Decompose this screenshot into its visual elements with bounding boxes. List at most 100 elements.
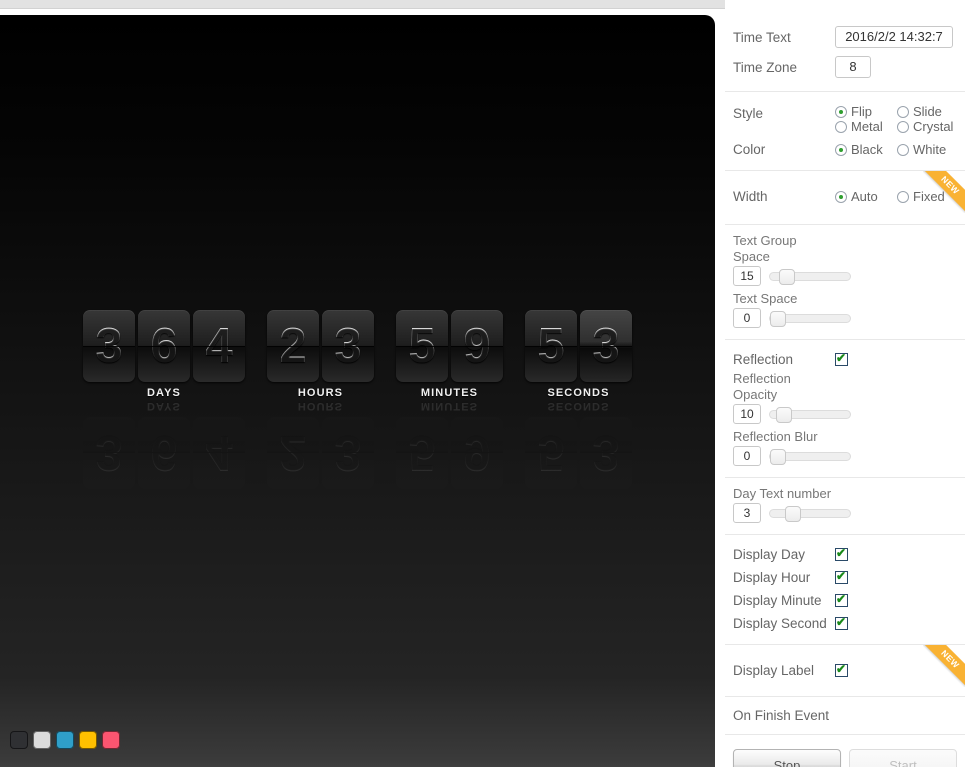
radio-style-slide[interactable]: Slide bbox=[897, 104, 959, 119]
row-display-day: Display Day bbox=[725, 543, 965, 566]
row-display-second: Display Second bbox=[725, 612, 965, 635]
label-text-space: Text Space bbox=[733, 291, 798, 306]
day-text-number-value[interactable]: 3 bbox=[733, 503, 761, 523]
slider-handle[interactable] bbox=[770, 448, 786, 465]
reflection-digit-value: 5 bbox=[525, 417, 577, 489]
row-reflection-blur: 0 bbox=[725, 445, 965, 468]
digits-minutes: 5 9 bbox=[396, 310, 503, 382]
radio-style-crystal[interactable]: Crystal bbox=[897, 119, 959, 134]
display-label-checkbox[interactable] bbox=[835, 662, 848, 677]
stop-button[interactable]: Stop bbox=[733, 749, 841, 767]
reflection-digit-value: 2 bbox=[267, 417, 319, 489]
radio-width-fixed[interactable]: Fixed bbox=[897, 189, 959, 204]
section-time: Time Text 2016/2/2 14:32:7 Time Zone 8 bbox=[725, 0, 965, 91]
start-button[interactable]: Start bbox=[849, 749, 957, 767]
radio-label: Fixed bbox=[913, 189, 945, 204]
text-space-value[interactable]: 0 bbox=[733, 308, 761, 328]
section-width: NEW Width Auto Fixed bbox=[725, 170, 965, 224]
label-display-minute: Display Minute bbox=[733, 593, 822, 608]
style-radio-line-2: Metal Crystal bbox=[835, 119, 959, 134]
radio-color-white[interactable]: White bbox=[897, 142, 959, 157]
label-style: Style bbox=[733, 106, 764, 121]
reflection-digit: 6 bbox=[138, 417, 190, 489]
radio-dot-icon bbox=[835, 105, 847, 118]
color-swatch-pink[interactable] bbox=[102, 731, 120, 749]
digit-minute-1: 5 bbox=[396, 310, 448, 382]
display-day-checkbox[interactable] bbox=[835, 546, 848, 561]
reflection-label-hours: HOURS bbox=[297, 400, 344, 412]
clock-label-seconds: SECONDS bbox=[547, 387, 610, 399]
reflection-blur-value[interactable]: 0 bbox=[733, 446, 761, 466]
color-swatch-blue[interactable] bbox=[56, 731, 74, 749]
label-color: Color bbox=[733, 142, 766, 157]
text-group-space-slider[interactable] bbox=[769, 268, 851, 285]
reflection-digits-hours: 2 3 bbox=[267, 417, 374, 489]
slider-handle[interactable] bbox=[784, 505, 801, 522]
display-hour-checkbox[interactable] bbox=[835, 569, 848, 584]
digit-second-2-flipping: 3 bbox=[580, 310, 632, 382]
clock-group-seconds: 5 3 SECONDS bbox=[525, 310, 632, 399]
slider-handle[interactable] bbox=[779, 268, 796, 285]
row-display-label: Display Label bbox=[725, 659, 965, 682]
label-time-zone: Time Zone bbox=[733, 59, 798, 75]
display-second-checkbox[interactable] bbox=[835, 615, 848, 630]
digit-split-line bbox=[138, 452, 190, 453]
section-day-text-number: Day Text number 3 bbox=[725, 477, 965, 534]
label-time-text: Time Text bbox=[733, 29, 791, 45]
label-reflection: Reflection bbox=[733, 352, 794, 367]
radio-dot-icon bbox=[897, 143, 909, 156]
clock-reflection: 3 6 4 DAYS 2 3 HOURS 5 9 MINUTES 5 3 SEC… bbox=[0, 400, 715, 489]
slider-handle[interactable] bbox=[770, 310, 786, 327]
clock-label-minutes: MINUTES bbox=[420, 387, 479, 399]
color-swatch-white[interactable] bbox=[33, 731, 51, 749]
digit-day-2: 6 bbox=[138, 310, 190, 382]
color-swatch-black[interactable] bbox=[10, 731, 28, 749]
digit-split-line bbox=[580, 346, 632, 347]
reflection-digit-value: 5 bbox=[396, 417, 448, 489]
digit-split-line bbox=[138, 346, 190, 347]
radio-style-flip[interactable]: Flip bbox=[835, 104, 897, 119]
color-swatch-yellow[interactable] bbox=[79, 731, 97, 749]
time-text-input[interactable]: 2016/2/2 14:32:7 bbox=[835, 26, 953, 48]
radio-style-metal[interactable]: Metal bbox=[835, 119, 897, 134]
digits-hours: 2 3 bbox=[267, 310, 374, 382]
reflection-digits-minutes: 5 9 bbox=[396, 417, 503, 489]
style-radio-line-1: Flip Slide bbox=[835, 104, 959, 119]
text-group-space-value[interactable]: 15 bbox=[733, 266, 761, 286]
reflection-digit: 3 bbox=[322, 417, 374, 489]
time-zone-input[interactable]: 8 bbox=[835, 56, 871, 78]
reflection-group-hours: 2 3 HOURS bbox=[267, 400, 374, 489]
digit-split-line bbox=[83, 346, 135, 347]
clock-row-main: 3 6 4 DAYS 2 3 HOURS 5 9 MINUTES 5 3 SEC… bbox=[0, 310, 715, 399]
reflection-digit: 2 bbox=[267, 417, 319, 489]
display-minute-checkbox[interactable] bbox=[835, 592, 848, 607]
row-day-text-number: 3 bbox=[725, 502, 965, 525]
run-button-row: Stop Start bbox=[725, 741, 965, 767]
radio-label: White bbox=[913, 142, 947, 157]
clock-label-days: DAYS bbox=[147, 387, 181, 399]
reflection-opacity-slider[interactable] bbox=[769, 406, 851, 423]
radio-label: Metal bbox=[851, 119, 883, 134]
radio-dot-icon bbox=[835, 143, 847, 156]
reflection-opacity-value[interactable]: 10 bbox=[733, 404, 761, 424]
row-style: Style Flip Slide Metal Crystal bbox=[725, 100, 965, 138]
color-swatch-list bbox=[10, 731, 120, 749]
row-reflection-opacity: 10 bbox=[725, 403, 965, 426]
style-radio-grid: Flip Slide Metal Crystal bbox=[835, 104, 959, 134]
clock-label-hours: HOURS bbox=[297, 387, 344, 399]
reflection-blur-slider[interactable] bbox=[769, 448, 851, 465]
label-width: Width bbox=[733, 189, 768, 204]
label-on-finish-event: On Finish Event bbox=[733, 708, 830, 723]
day-text-number-slider[interactable] bbox=[769, 505, 851, 522]
reflection-label-days: DAYS bbox=[147, 400, 181, 412]
reflection-group-seconds: 5 3 SECONDS bbox=[525, 400, 632, 489]
radio-dot-icon bbox=[897, 120, 909, 133]
slider-handle[interactable] bbox=[775, 406, 792, 423]
text-space-slider[interactable] bbox=[769, 310, 851, 327]
digit-split-line bbox=[451, 452, 503, 453]
reflection-digit: 9 bbox=[451, 417, 503, 489]
radio-color-black[interactable]: Black bbox=[835, 142, 897, 157]
radio-width-auto[interactable]: Auto bbox=[835, 189, 897, 204]
reflection-checkbox[interactable] bbox=[835, 351, 848, 366]
reflection-digit-value: 9 bbox=[451, 417, 503, 489]
